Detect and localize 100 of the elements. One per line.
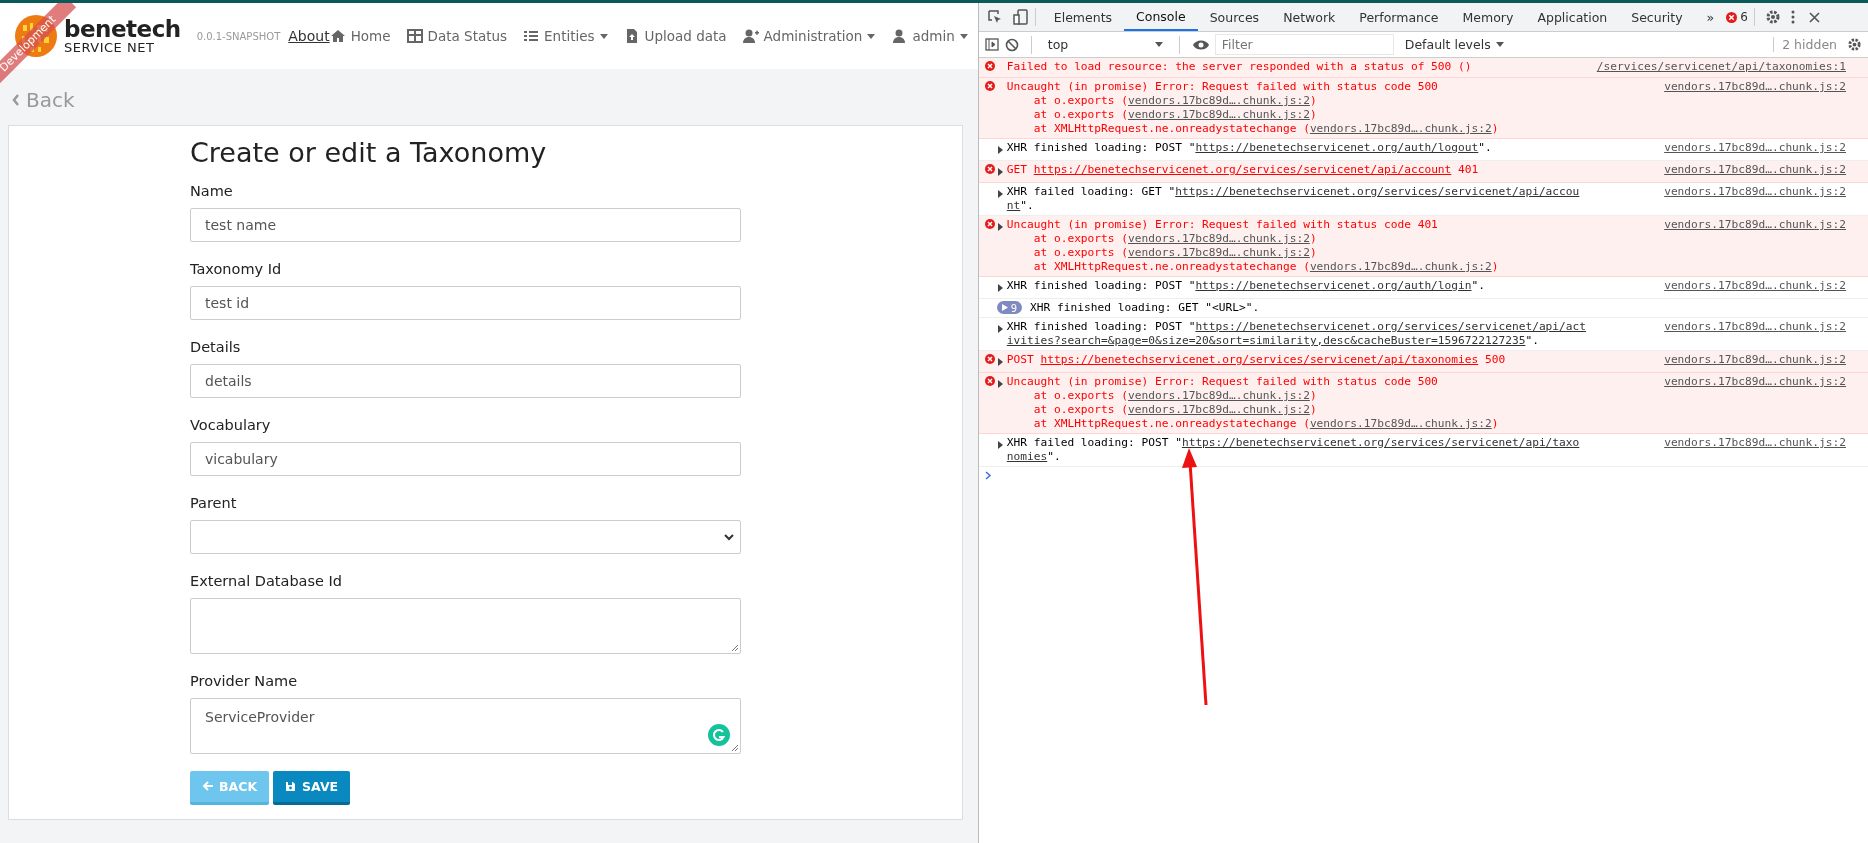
log-link[interactable]: vendors.17bc89d….chunk.js:2 [1309,260,1492,273]
log-message: XHR failed loading: GET "https://benetechservicenet.org/services/servicenet/api/account". [1006,185,1581,213]
resize-grip-icon[interactable] [731,644,739,652]
text-field[interactable]: test name [190,208,741,242]
settings-icon[interactable] [1847,37,1862,52]
log-link[interactable]: vendors.17bc89d….chunk.js:2 [1128,389,1310,402]
error-icon [984,354,995,364]
brand-name: benetech [64,17,181,40]
brand-subtitle: SERVICE NET [64,39,156,55]
about-link[interactable]: About [288,28,330,44]
source-link[interactable]: vendors.17bc89d….chunk.js:2 [1664,163,1846,180]
inspect-icon[interactable] [986,9,1003,25]
settings-icon[interactable] [1764,9,1781,25]
source-link[interactable]: vendors.17bc89d….chunk.js:2 [1664,436,1846,464]
user-plus-icon [742,28,759,44]
nav-item[interactable]: admin [891,28,968,44]
log-message: Uncaught (in promise) Error: Request failed with status code 401 [1006,218,1438,232]
text-field[interactable]: vicabulary [190,442,741,476]
expand-triangle-icon[interactable] [996,223,1004,231]
source-link[interactable]: vendors.17bc89d….chunk.js:2 [1664,375,1846,431]
log-message: XHR finished loading: POST "https://benetechservicenet.org/services/servicenet/api/activities?search=&page=0&size=20&sort=similarity,desc&cacheBuster=1596722127235". [1006,320,1586,348]
version-label: 0.0.1-SNAPSHOT [196,30,281,42]
nav-item[interactable]: Home [329,28,391,44]
select-field[interactable] [190,520,741,554]
source-link[interactable]: vendors.17bc89d….chunk.js:2 [1664,185,1846,213]
field-label: Vocabulary [190,416,271,434]
stack-line: at o.exports (vendors.17bc89d….chunk.js:2) [1032,108,1317,122]
devtools-tab[interactable]: Elements [1041,3,1125,31]
sidebar-toggle-icon[interactable] [984,38,999,51]
field-label: Taxonomy Id [190,260,282,278]
nav-item[interactable]: Administration [742,28,876,44]
stack-line: at o.exports (vendors.17bc89d….chunk.js:2) [1032,403,1317,417]
source-link[interactable]: vendors.17bc89d….chunk.js:2 [1664,141,1846,158]
log-levels-dropdown[interactable]: Default levels [1404,37,1504,52]
devtools-tab[interactable]: Performance [1347,3,1451,31]
error-icon [984,61,995,71]
log-link[interactable]: vendors.17bc89d….chunk.js:2 [1128,403,1310,416]
filter-field[interactable]: Filter [1215,35,1393,54]
expand-triangle-icon[interactable] [996,146,1004,154]
log-link[interactable]: vendors.17bc89d….chunk.js:2 [1309,417,1492,430]
devtools-tab[interactable]: Console [1124,3,1198,31]
source-link[interactable]: /services/servicenet/api/taxonomies:1 [1596,60,1846,75]
devtools-tab[interactable]: Application [1525,3,1620,31]
resize-grip-icon[interactable] [731,744,739,752]
text-field[interactable]: details [190,364,741,398]
field-label: External Database Id [190,572,343,590]
log-link[interactable]: vendors.17bc89d….chunk.js:2 [1128,232,1310,245]
close-icon[interactable] [1808,11,1820,23]
list-icon [523,28,540,44]
devtools-tab[interactable]: Network [1271,3,1348,31]
devtools-tab[interactable]: Sources [1197,3,1272,31]
arrow-left-icon [202,781,214,792]
caret-icon [1495,42,1504,47]
text-area[interactable]: ServiceProvider [190,698,741,754]
source-link[interactable]: vendors.17bc89d….chunk.js:2 [1664,320,1846,348]
log-message: Uncaught (in promise) Error: Request failed with status code 500 [1006,80,1438,94]
hidden-count: 2 hidden [1773,37,1837,52]
field-label: Details [190,338,241,356]
save-button[interactable]: SAVE [273,771,351,805]
devtools-tab[interactable]: Memory [1450,3,1526,31]
devtools-tab[interactable]: Security [1619,3,1695,31]
expand-triangle-icon[interactable] [996,168,1004,176]
error-icon [984,164,995,174]
device-toolbar-icon[interactable] [1012,9,1029,25]
caret-icon [1154,42,1163,47]
chevron-left-icon [12,94,20,106]
log-link[interactable]: vendors.17bc89d….chunk.js:2 [1128,94,1310,107]
nav-item[interactable]: Entities [523,28,608,44]
source-link[interactable]: vendors.17bc89d….chunk.js:2 [1664,353,1846,370]
clear-console-icon[interactable] [1004,37,1019,52]
stack-line: at XMLHttpRequest.ne.onreadystatechange (vendors.17bc89d….chunk.js:2) [1032,122,1499,136]
source-link[interactable]: vendors.17bc89d….chunk.js:2 [1664,80,1846,136]
log-message: Uncaught (in promise) Error: Request failed with status code 500 [1006,375,1438,389]
chevron-down-icon [724,533,734,541]
log-message: Failed to load resource: the server responded with a status of 500 () [1006,60,1472,74]
expand-triangle-icon[interactable] [996,358,1004,366]
expand-triangle-icon[interactable] [996,441,1004,449]
error-count-badge[interactable]: 6 [1726,10,1748,24]
nav-item[interactable]: Upload data [623,28,727,44]
text-field[interactable]: test id [190,286,741,320]
expand-triangle-icon[interactable] [996,380,1004,388]
source-link[interactable]: vendors.17bc89d….chunk.js:2 [1664,279,1846,296]
expand-triangle-icon[interactable] [996,190,1004,198]
user-icon [891,28,908,44]
context-select[interactable]: top [1043,37,1167,52]
source-link[interactable]: vendors.17bc89d….chunk.js:2 [1664,218,1846,274]
log-message: XHR finished loading: POST "https://benetechservicenet.org/auth/logout". [1006,141,1492,155]
log-message: POST https://benetechservicenet.org/services/servicenet/api/taxonomies 500 [1006,353,1506,367]
expand-triangle-icon[interactable] [996,284,1004,292]
log-link[interactable]: vendors.17bc89d….chunk.js:2 [1128,246,1310,259]
more-tabs-button[interactable]: » [1694,3,1727,31]
prompt-chevron-icon[interactable] [984,471,992,480]
expand-triangle-icon[interactable] [996,325,1004,333]
kebab-menu-icon[interactable] [1790,10,1795,24]
log-link[interactable]: vendors.17bc89d….chunk.js:2 [1128,108,1310,121]
log-link[interactable]: vendors.17bc89d….chunk.js:2 [1309,122,1492,135]
error-icon [1726,11,1738,23]
nav-item[interactable]: Data Status [406,28,508,44]
eye-icon[interactable] [1191,38,1210,51]
error-icon [984,376,995,386]
